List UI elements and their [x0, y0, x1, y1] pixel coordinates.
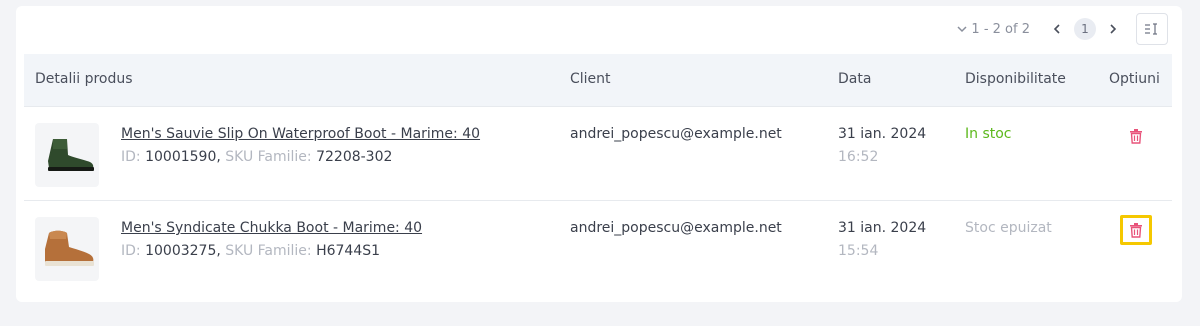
product-meta: ID: 10001590, SKU Familie: 72208-302 [121, 149, 392, 165]
client-email: andrei_popescu@example.net [570, 126, 782, 142]
trash-icon [1130, 222, 1142, 238]
pagination-bar: 1 - 2 of 2 1 [955, 13, 1168, 45]
product-thumbnail[interactable] [35, 217, 99, 281]
client-email: andrei_popescu@example.net [570, 220, 782, 236]
table-row: Men's Syndicate Chukka Boot - Marime: 40… [24, 201, 1172, 296]
brown-boot-image [45, 230, 94, 266]
order-time: 16:52 [838, 149, 879, 165]
trash-icon [1130, 128, 1142, 144]
product-name-link[interactable]: Men's Syndicate Chukka Boot - Marime: 40 [121, 220, 422, 236]
delete-button[interactable] [1120, 121, 1152, 151]
product-id: 10001590, [145, 149, 221, 165]
header-options: Optiuni [1109, 71, 1160, 87]
id-label: ID: [121, 243, 141, 259]
products-card: 1 - 2 of 2 1 Detalii produs Client Data … [16, 6, 1182, 302]
table-header: Detalii produs Client Data Disponibilita… [24, 54, 1172, 106]
order-date: 31 ian. 2024 [838, 220, 927, 236]
availability-status: In stoc [965, 126, 1012, 142]
product-sku: 72208-302 [316, 149, 393, 165]
order-date: 31 ian. 2024 [838, 126, 927, 142]
sort-columns-icon [1145, 23, 1157, 35]
chevron-left-icon[interactable] [1050, 22, 1064, 36]
chevron-right-icon[interactable] [1106, 22, 1120, 36]
product-sku: H6744S1 [316, 243, 381, 259]
sku-label: SKU Familie: [225, 149, 312, 165]
header-client: Client [570, 71, 611, 87]
product-thumbnail[interactable] [35, 123, 99, 187]
table-row: Men's Sauvie Slip On Waterproof Boot - M… [24, 106, 1172, 201]
header-date: Data [838, 71, 872, 87]
page-number-button[interactable]: 1 [1074, 18, 1096, 40]
header-availability: Disponibilitate [965, 71, 1066, 87]
availability-status: Stoc epuizat [965, 220, 1052, 236]
product-meta: ID: 10003275, SKU Familie: H6744S1 [121, 243, 380, 259]
order-time: 15:54 [838, 243, 879, 259]
product-id: 10003275, [145, 243, 221, 259]
column-settings-button[interactable] [1136, 13, 1168, 45]
delete-button[interactable] [1120, 215, 1152, 245]
pagination-range: 1 - 2 of 2 [971, 21, 1030, 37]
chevron-down-icon[interactable] [955, 22, 969, 36]
id-label: ID: [121, 149, 141, 165]
green-boot-image [48, 139, 94, 171]
sku-label: SKU Familie: [225, 243, 312, 259]
header-product-details: Detalii produs [35, 71, 133, 87]
product-name-link[interactable]: Men's Sauvie Slip On Waterproof Boot - M… [121, 126, 480, 142]
